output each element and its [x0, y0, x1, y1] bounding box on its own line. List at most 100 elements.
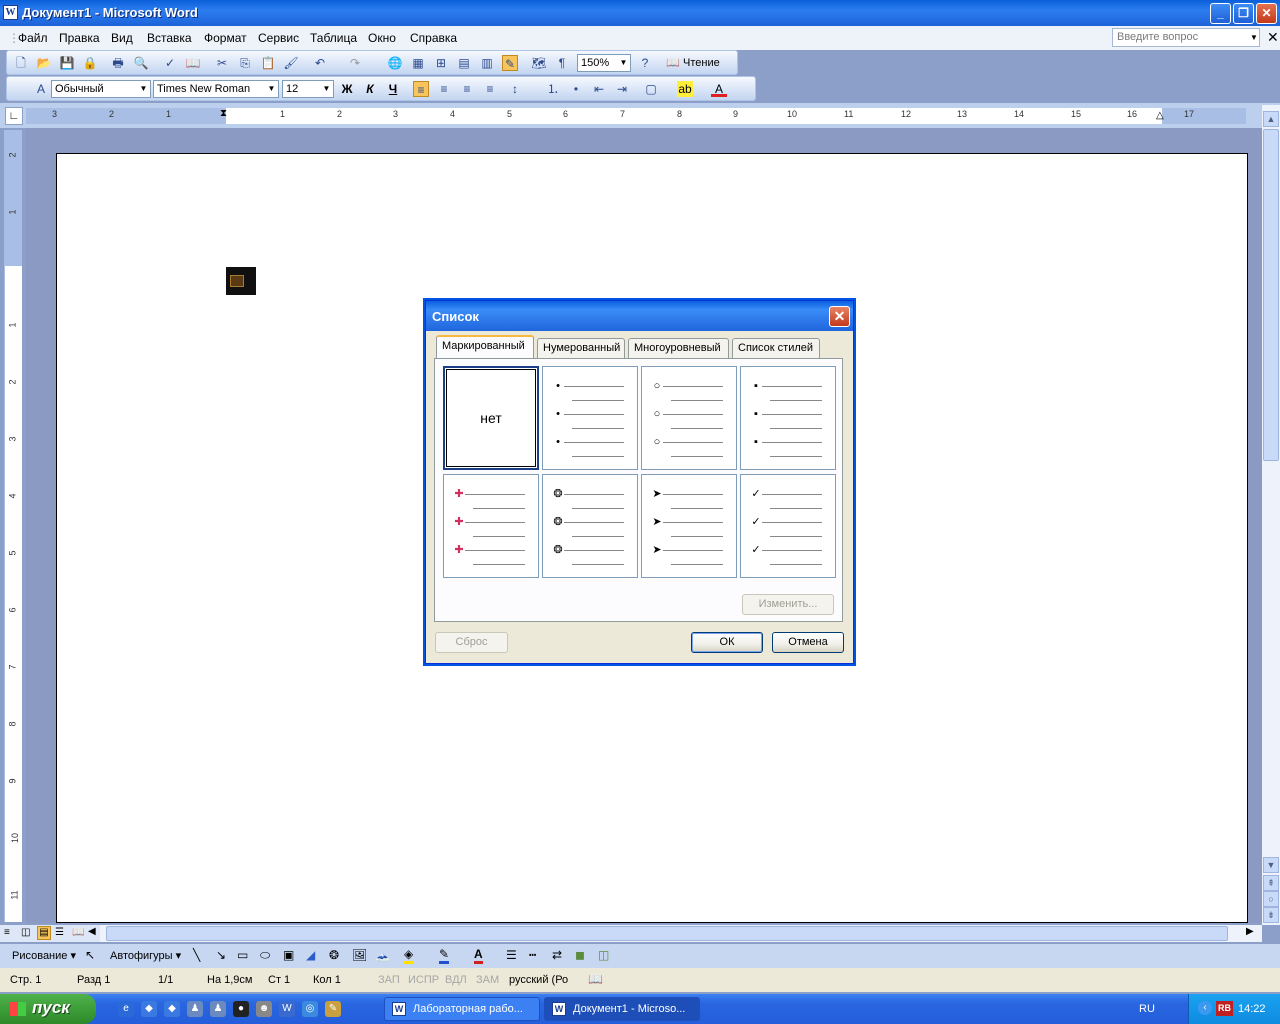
help-dropdown-icon[interactable]: ▼ [1250, 33, 1258, 42]
styles-icon[interactable]: A [33, 81, 49, 97]
menu-format[interactable]: Формат [204, 31, 247, 45]
save-icon[interactable]: 💾 [59, 55, 75, 71]
document-map-icon[interactable]: 🗺 [531, 55, 547, 71]
spelling-icon[interactable]: ✓ [162, 55, 178, 71]
taskbar-item-document[interactable]: W Документ1 - Microso... [544, 997, 700, 1021]
minimize-button[interactable]: _ [1210, 3, 1231, 24]
format-painter-icon[interactable]: 🖌 [283, 55, 299, 71]
oval-icon[interactable]: ⬭ [260, 948, 270, 963]
increase-indent-icon[interactable]: ⇥ [614, 81, 630, 97]
help-icon[interactable]: ? [637, 55, 653, 71]
status-ext[interactable]: ВДЛ [445, 974, 467, 986]
copy-icon[interactable]: ⎘ [237, 55, 253, 71]
insert-excel-icon[interactable]: ▤ [456, 55, 472, 71]
3d-icon[interactable]: ◫ [598, 948, 609, 962]
normal-view-icon[interactable]: ≡ [4, 927, 10, 938]
horizontal-scroll-thumb[interactable] [106, 926, 1228, 941]
menu-table[interactable]: Таблица [310, 31, 357, 45]
horizontal-scrollbar[interactable]: ▶ [100, 925, 1262, 942]
font-size-combo[interactable]: 12 ▼ [282, 80, 334, 98]
bullets-icon[interactable]: • [568, 81, 584, 97]
menu-help[interactable]: Справка [410, 31, 457, 45]
print-preview-icon[interactable]: 🔍 [133, 55, 149, 71]
quicklaunch-icon[interactable]: ☻ [256, 1001, 272, 1017]
picture-icon[interactable]: 🗻 [375, 948, 390, 962]
tab-multilevel[interactable]: Многоуровневый [628, 338, 729, 359]
ok-button[interactable]: ОК [691, 632, 763, 653]
columns-icon[interactable]: ▥ [479, 55, 495, 71]
taskbar-item-lab[interactable]: W Лабораторная рабо... [384, 997, 540, 1021]
insert-table-icon[interactable]: ⊞ [433, 55, 449, 71]
close-doc-icon[interactable]: ✕ [1267, 29, 1279, 46]
fill-color-icon[interactable]: ◈ [404, 947, 414, 964]
vertical-scroll-thumb[interactable] [1263, 129, 1279, 461]
cut-icon[interactable]: ✂ [214, 55, 230, 71]
outline-view-icon[interactable]: ☰ [55, 927, 64, 938]
wordart-icon[interactable]: ◢ [306, 948, 315, 962]
status-trk[interactable]: ИСПР [408, 974, 439, 986]
bullet-option-none[interactable]: нет [443, 366, 539, 470]
scroll-right-icon[interactable]: ▶ [1246, 926, 1254, 937]
dash-style-icon[interactable]: ┅ [529, 948, 536, 962]
quicklaunch-icon[interactable]: W [279, 1001, 295, 1017]
next-page-icon[interactable]: ⇟ [1263, 907, 1279, 923]
prev-page-icon[interactable]: ⇞ [1263, 875, 1279, 891]
menu-tools[interactable]: Сервис [258, 31, 299, 45]
browse-object-icon[interactable]: ○ [1263, 891, 1279, 907]
modify-button[interactable]: Изменить... [742, 594, 834, 615]
select-objects-icon[interactable]: ↖ [85, 948, 95, 962]
menu-edit[interactable]: Правка [59, 31, 100, 45]
reset-button[interactable]: Сброс [435, 632, 508, 653]
quicklaunch-icon[interactable]: ◆ [141, 1001, 157, 1017]
menu-window[interactable]: Окно [368, 31, 396, 45]
horizontal-ruler[interactable]: 3 2 1 1 2 3 4 5 6 7 8 9 10 11 12 13 14 1… [26, 108, 1246, 124]
decrease-indent-icon[interactable]: ⇤ [591, 81, 607, 97]
reading-view-icon[interactable]: 📖 [72, 927, 84, 938]
zoom-combo[interactable]: 150% ▼ [577, 54, 631, 72]
scroll-left-icon[interactable]: ◀ [88, 926, 96, 937]
status-ovr[interactable]: ЗАМ [476, 974, 499, 986]
autoshapes-menu[interactable]: Автофигуры ▾ [110, 949, 181, 962]
status-rec[interactable]: ЗАП [378, 974, 400, 986]
drawing-toggle-icon[interactable]: ✎ [502, 55, 518, 71]
scroll-up-icon[interactable]: ▲ [1263, 111, 1279, 127]
tray-app-icon[interactable]: RB [1216, 1001, 1233, 1016]
quicklaunch-icon[interactable]: ◆ [164, 1001, 180, 1017]
undo-icon[interactable]: ↶ [312, 55, 328, 71]
open-icon[interactable]: 📂 [36, 55, 52, 71]
vertical-ruler[interactable]: 2 1 1 2 3 4 5 6 7 8 9 10 11 [4, 130, 22, 922]
line-spacing-icon[interactable]: ↕ [507, 81, 523, 97]
textbox-icon[interactable]: ▣ [283, 948, 294, 962]
redo-icon[interactable]: ↷ [347, 55, 363, 71]
right-indent-marker-icon[interactable]: △ [1156, 110, 1164, 121]
scroll-down-icon[interactable]: ▼ [1263, 857, 1279, 873]
diagram-icon[interactable]: ❂ [329, 948, 339, 962]
shadow-icon[interactable]: ◼ [575, 948, 585, 962]
align-right-icon[interactable]: ≡ [459, 81, 475, 97]
arrow-icon[interactable]: ↘ [216, 948, 226, 962]
line-color-icon[interactable]: ✎ [439, 947, 450, 964]
numbering-icon[interactable]: ⒈ [545, 81, 561, 97]
web-view-icon[interactable]: ◫ [21, 927, 30, 938]
tab-bulleted[interactable]: Маркированный [436, 335, 534, 360]
quicklaunch-icon[interactable]: ◎ [302, 1001, 318, 1017]
underline-button[interactable]: Ч [385, 81, 401, 97]
quicklaunch-icon[interactable]: ♟ [210, 1001, 226, 1017]
borders-icon[interactable]: ▢ [643, 81, 659, 97]
rectangle-icon[interactable]: ▭ [237, 948, 248, 962]
word-app-icon[interactable]: W [3, 5, 18, 20]
clipart-icon[interactable]: 🖼 [352, 948, 367, 962]
highlight-icon[interactable]: ab [677, 81, 693, 97]
line-icon[interactable]: ╲ [193, 948, 200, 962]
menu-file[interactable]: Файл [18, 31, 48, 45]
bold-button[interactable]: Ж [339, 81, 355, 97]
spelling-status-icon[interactable]: 📖 [588, 972, 603, 986]
permission-icon[interactable]: 🔒 [82, 55, 98, 71]
vertical-scrollbar[interactable]: ▲ ▼ ⇞ ○ ⇟ [1262, 105, 1280, 925]
show-hide-icon[interactable]: ¶ [554, 55, 570, 71]
quicklaunch-icon[interactable]: ✎ [325, 1001, 341, 1017]
print-icon[interactable]: 🖶 [110, 55, 126, 71]
arrow-style-icon[interactable]: ⇄ [552, 948, 562, 962]
font-color-icon[interactable]: A [711, 81, 727, 97]
menu-insert[interactable]: Вставка [147, 31, 192, 45]
